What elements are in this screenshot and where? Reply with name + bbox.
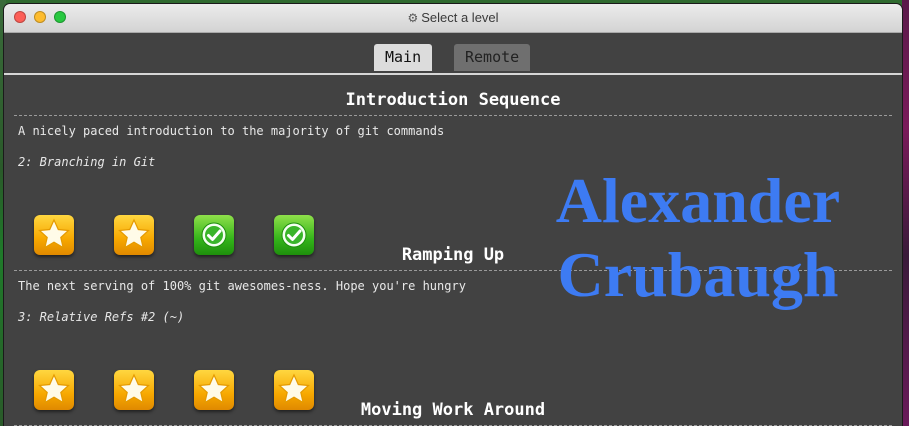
sequence-title: Introduction Sequence (345, 90, 561, 110)
sequence-description: A nicely paced introduction to the major… (18, 124, 445, 138)
gear-icon: ⚙ (407, 11, 419, 25)
tab-remote[interactable]: Remote (454, 44, 531, 71)
current-level-label: 2: Branching in Git (18, 155, 156, 169)
title-bar: ⚙ Select a level (4, 4, 902, 33)
watermark-line: Alexander (555, 165, 841, 236)
watermark-line: Crubaugh (557, 239, 839, 310)
window-title: ⚙ Select a level (4, 10, 902, 25)
sequence-divider (14, 115, 892, 116)
current-level-label: 3: Relative Refs #2 (~) (18, 310, 185, 324)
sequence-title: Moving Work Around (360, 400, 546, 420)
sequence-description: The next serving of 100% git awesomes-ne… (18, 279, 466, 293)
level-select-window: ⚙ Select a level Main Remote Introduction… (4, 4, 902, 426)
tab-main[interactable]: Main (374, 44, 433, 71)
watermark-text: Alexander Crubaugh (528, 164, 868, 312)
tab-bar: Main Remote (4, 33, 902, 75)
window-title-text: Select a level (421, 10, 499, 25)
desktop-background-right (902, 0, 909, 426)
